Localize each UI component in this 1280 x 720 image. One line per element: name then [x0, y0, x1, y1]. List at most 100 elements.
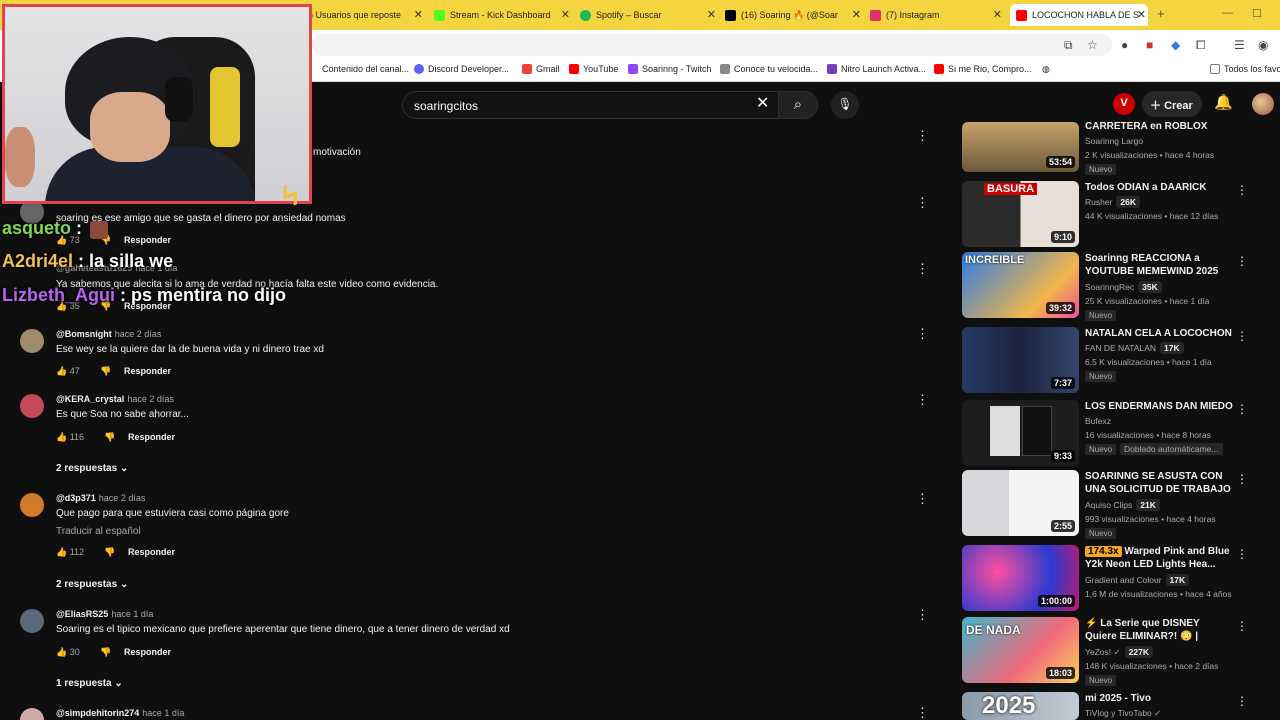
more-options-icon[interactable]: ⋮ [916, 392, 929, 408]
video-thumbnail[interactable]: BASURA 9:10 [962, 181, 1079, 247]
video-title[interactable]: mi 2025 - Tivo [1085, 692, 1233, 705]
video-title[interactable]: LOS ENDERMANS DAN MIEDO [1085, 400, 1233, 413]
more-options-icon[interactable]: ⋮ [916, 491, 929, 507]
more-options-icon[interactable]: ⋮ [1236, 694, 1248, 708]
more-options-icon[interactable]: ⋮ [1236, 329, 1248, 343]
like-button[interactable]: 👍 47 [56, 366, 100, 377]
browser-tab-4[interactable]: (16) Soaring 🔥 (@Soar ✕ [725, 4, 863, 26]
channel-badge-icon[interactable]: V [1113, 93, 1135, 115]
recommended-video[interactable]: INCREIBLE 39:32 Soarinng REACCIONA a YOU… [962, 252, 1262, 321]
channel-name[interactable]: FAN DE NATALAN 17K [1085, 342, 1184, 354]
extension-icon[interactable]: ■ [1146, 38, 1153, 52]
more-options-icon[interactable]: ⋮ [1236, 402, 1248, 416]
bookmark-item[interactable]: Conoce tu velocida... [720, 64, 818, 74]
comment-author[interactable]: @Bomsnight hace 2 días [56, 329, 161, 339]
bookmark-item[interactable]: Si me Rio, Compro... [934, 64, 1032, 74]
channel-name[interactable]: Rusher 26K [1085, 196, 1140, 208]
recommended-video[interactable]: BASURA 9:10 Todos ODIAN a DAARICK Rusher… [962, 181, 1262, 247]
bookmark-star-icon[interactable]: ☆ [1087, 38, 1098, 52]
browser-tab-active[interactable]: LOCOCHON HABLA DE S ✕ [1010, 4, 1148, 26]
recommended-video[interactable]: 2:55 SOARINNG SE ASUSTA CON UNA SOLICITU… [962, 470, 1262, 539]
voice-search-button[interactable]: 🎙 [831, 91, 859, 119]
recommended-video[interactable]: 2025 mi 2025 - Tivo TiVlog y TivoTabo ✓ … [962, 692, 1262, 720]
more-options-icon[interactable]: ⋮ [1236, 472, 1248, 486]
close-icon[interactable]: ✕ [1137, 8, 1146, 21]
reply-button[interactable]: Responder [124, 366, 171, 376]
recommended-video[interactable]: 53:54 CARRETERA en ROBLOX Soarinng Largo… [962, 121, 1262, 175]
puzzle-icon[interactable]: ⧠ [1196, 38, 1206, 53]
search-button[interactable]: ⌕ [778, 91, 818, 119]
view-replies-button[interactable]: 2 respuestas ⌄ [56, 463, 128, 474]
menu-icon[interactable]: ☰ [1234, 38, 1245, 52]
video-title[interactable]: Todos ODIAN a DAARICK [1085, 181, 1233, 194]
video-thumbnail[interactable]: 2025 [962, 692, 1079, 720]
comment-author[interactable]: @KERA_crystal hace 2 días [56, 394, 174, 404]
maximize-icon[interactable]: ☐ [1252, 7, 1262, 20]
dislike-icon[interactable]: 👎 [104, 547, 128, 558]
bookmark-item[interactable]: Discord Developer... [414, 64, 509, 74]
commenter-avatar[interactable] [20, 708, 44, 720]
view-replies-button[interactable]: 1 respuesta ⌄ [56, 678, 123, 689]
minimize-icon[interactable]: — [1222, 7, 1233, 19]
comment-author[interactable]: @d3p371 hace 2 días [56, 493, 145, 503]
video-thumbnail[interactable]: 7:37 [962, 327, 1079, 393]
channel-name[interactable]: SoarinngRec 35K [1085, 281, 1162, 293]
translate-link[interactable]: Traducir al español [56, 526, 141, 537]
video-thumbnail[interactable]: 1:00:00 [962, 545, 1079, 611]
notifications-bell-icon[interactable]: 🔔 [1214, 93, 1233, 111]
channel-name[interactable]: YeZos! ✓ 227K [1085, 646, 1153, 658]
bookmark-item[interactable]: Gmail [522, 64, 560, 74]
create-button[interactable]: ＋ Crear [1142, 91, 1202, 117]
profile-icon[interactable]: ◉ [1258, 38, 1268, 52]
more-options-icon[interactable]: ⋮ [916, 195, 929, 211]
clear-search-icon[interactable]: ✕ [756, 93, 769, 113]
install-icon[interactable]: ⧉ [1064, 38, 1073, 53]
bookmark-item[interactable]: Contenido del canal... [322, 64, 409, 74]
bookmark-item[interactable]: Nitro Launch Activa... [827, 64, 926, 74]
reply-button[interactable]: Responder [124, 647, 171, 657]
recommended-video[interactable]: 7:37 NATALAN CELA A LOCOCHON FAN DE NATA… [962, 327, 1262, 393]
more-options-icon[interactable]: ⋮ [1236, 619, 1248, 633]
comment-author[interactable]: @simpdehitorin274 hace 1 día [56, 708, 184, 718]
extension-icon[interactable]: ◆ [1171, 38, 1180, 52]
channel-name[interactable]: Aquiso Clips 21K [1085, 499, 1160, 511]
reply-button[interactable]: Responder [128, 432, 175, 442]
video-thumbnail[interactable]: 2:55 [962, 470, 1079, 536]
recommended-video[interactable]: 1:00:00 174.3x Warped Pink and Blue Y2k … [962, 545, 1262, 611]
commenter-avatar[interactable] [20, 493, 44, 517]
channel-name[interactable]: Soarinng Largo [1085, 136, 1143, 146]
video-title[interactable]: Soarinng REACCIONA a YOUTUBE MEMEWIND 20… [1085, 252, 1233, 279]
more-options-icon[interactable]: ⋮ [916, 128, 929, 144]
channel-name[interactable]: Bufexz [1085, 416, 1111, 426]
like-button[interactable]: 👍 30 [56, 647, 100, 658]
bookmark-item[interactable]: Soarinng - Twitch [628, 64, 711, 74]
reply-button[interactable]: Responder [128, 547, 175, 557]
video-thumbnail[interactable]: INCREIBLE 39:32 [962, 252, 1079, 318]
recommended-video[interactable]: DE NADA 18:03 ⚡ La Serie que DISNEY Quie… [962, 617, 1262, 686]
close-icon[interactable]: ✕ [852, 8, 861, 21]
more-options-icon[interactable]: ⋮ [916, 705, 929, 720]
browser-tab-2[interactable]: Stream - Kick Dashboard ✕ [434, 4, 572, 26]
more-options-icon[interactable]: ⋮ [916, 261, 929, 277]
dislike-icon[interactable]: 👎 [100, 366, 124, 377]
close-icon[interactable]: ✕ [561, 8, 570, 21]
extension-icon[interactable]: ● [1121, 38, 1128, 52]
dislike-icon[interactable]: 👎 [100, 647, 124, 658]
more-options-icon[interactable]: ⋮ [1236, 547, 1248, 561]
more-options-icon[interactable]: ⋮ [1236, 183, 1248, 197]
browser-tab-5[interactable]: (7) Instagram ✕ [870, 4, 1004, 26]
more-options-icon[interactable]: ⋮ [916, 326, 929, 342]
account-avatar[interactable] [1252, 93, 1274, 115]
comment-author[interactable]: @EliasRS25 hace 1 día [56, 609, 153, 619]
reply-button[interactable]: Responder [124, 235, 171, 245]
search-input[interactable]: soaringcitos [402, 91, 780, 119]
more-options-icon[interactable]: ⋮ [1236, 254, 1248, 268]
video-title[interactable]: 174.3x Warped Pink and Blue Y2k Neon LED… [1085, 545, 1233, 571]
like-button[interactable]: 👍 116 [56, 432, 104, 443]
address-bar[interactable] [312, 34, 1112, 56]
commenter-avatar[interactable] [20, 609, 44, 633]
more-options-icon[interactable]: ⋮ [916, 607, 929, 623]
new-tab-button[interactable]: + [1157, 6, 1165, 21]
video-thumbnail[interactable]: DE NADA 18:03 [962, 617, 1079, 683]
video-thumbnail[interactable]: 53:54 [962, 122, 1079, 172]
